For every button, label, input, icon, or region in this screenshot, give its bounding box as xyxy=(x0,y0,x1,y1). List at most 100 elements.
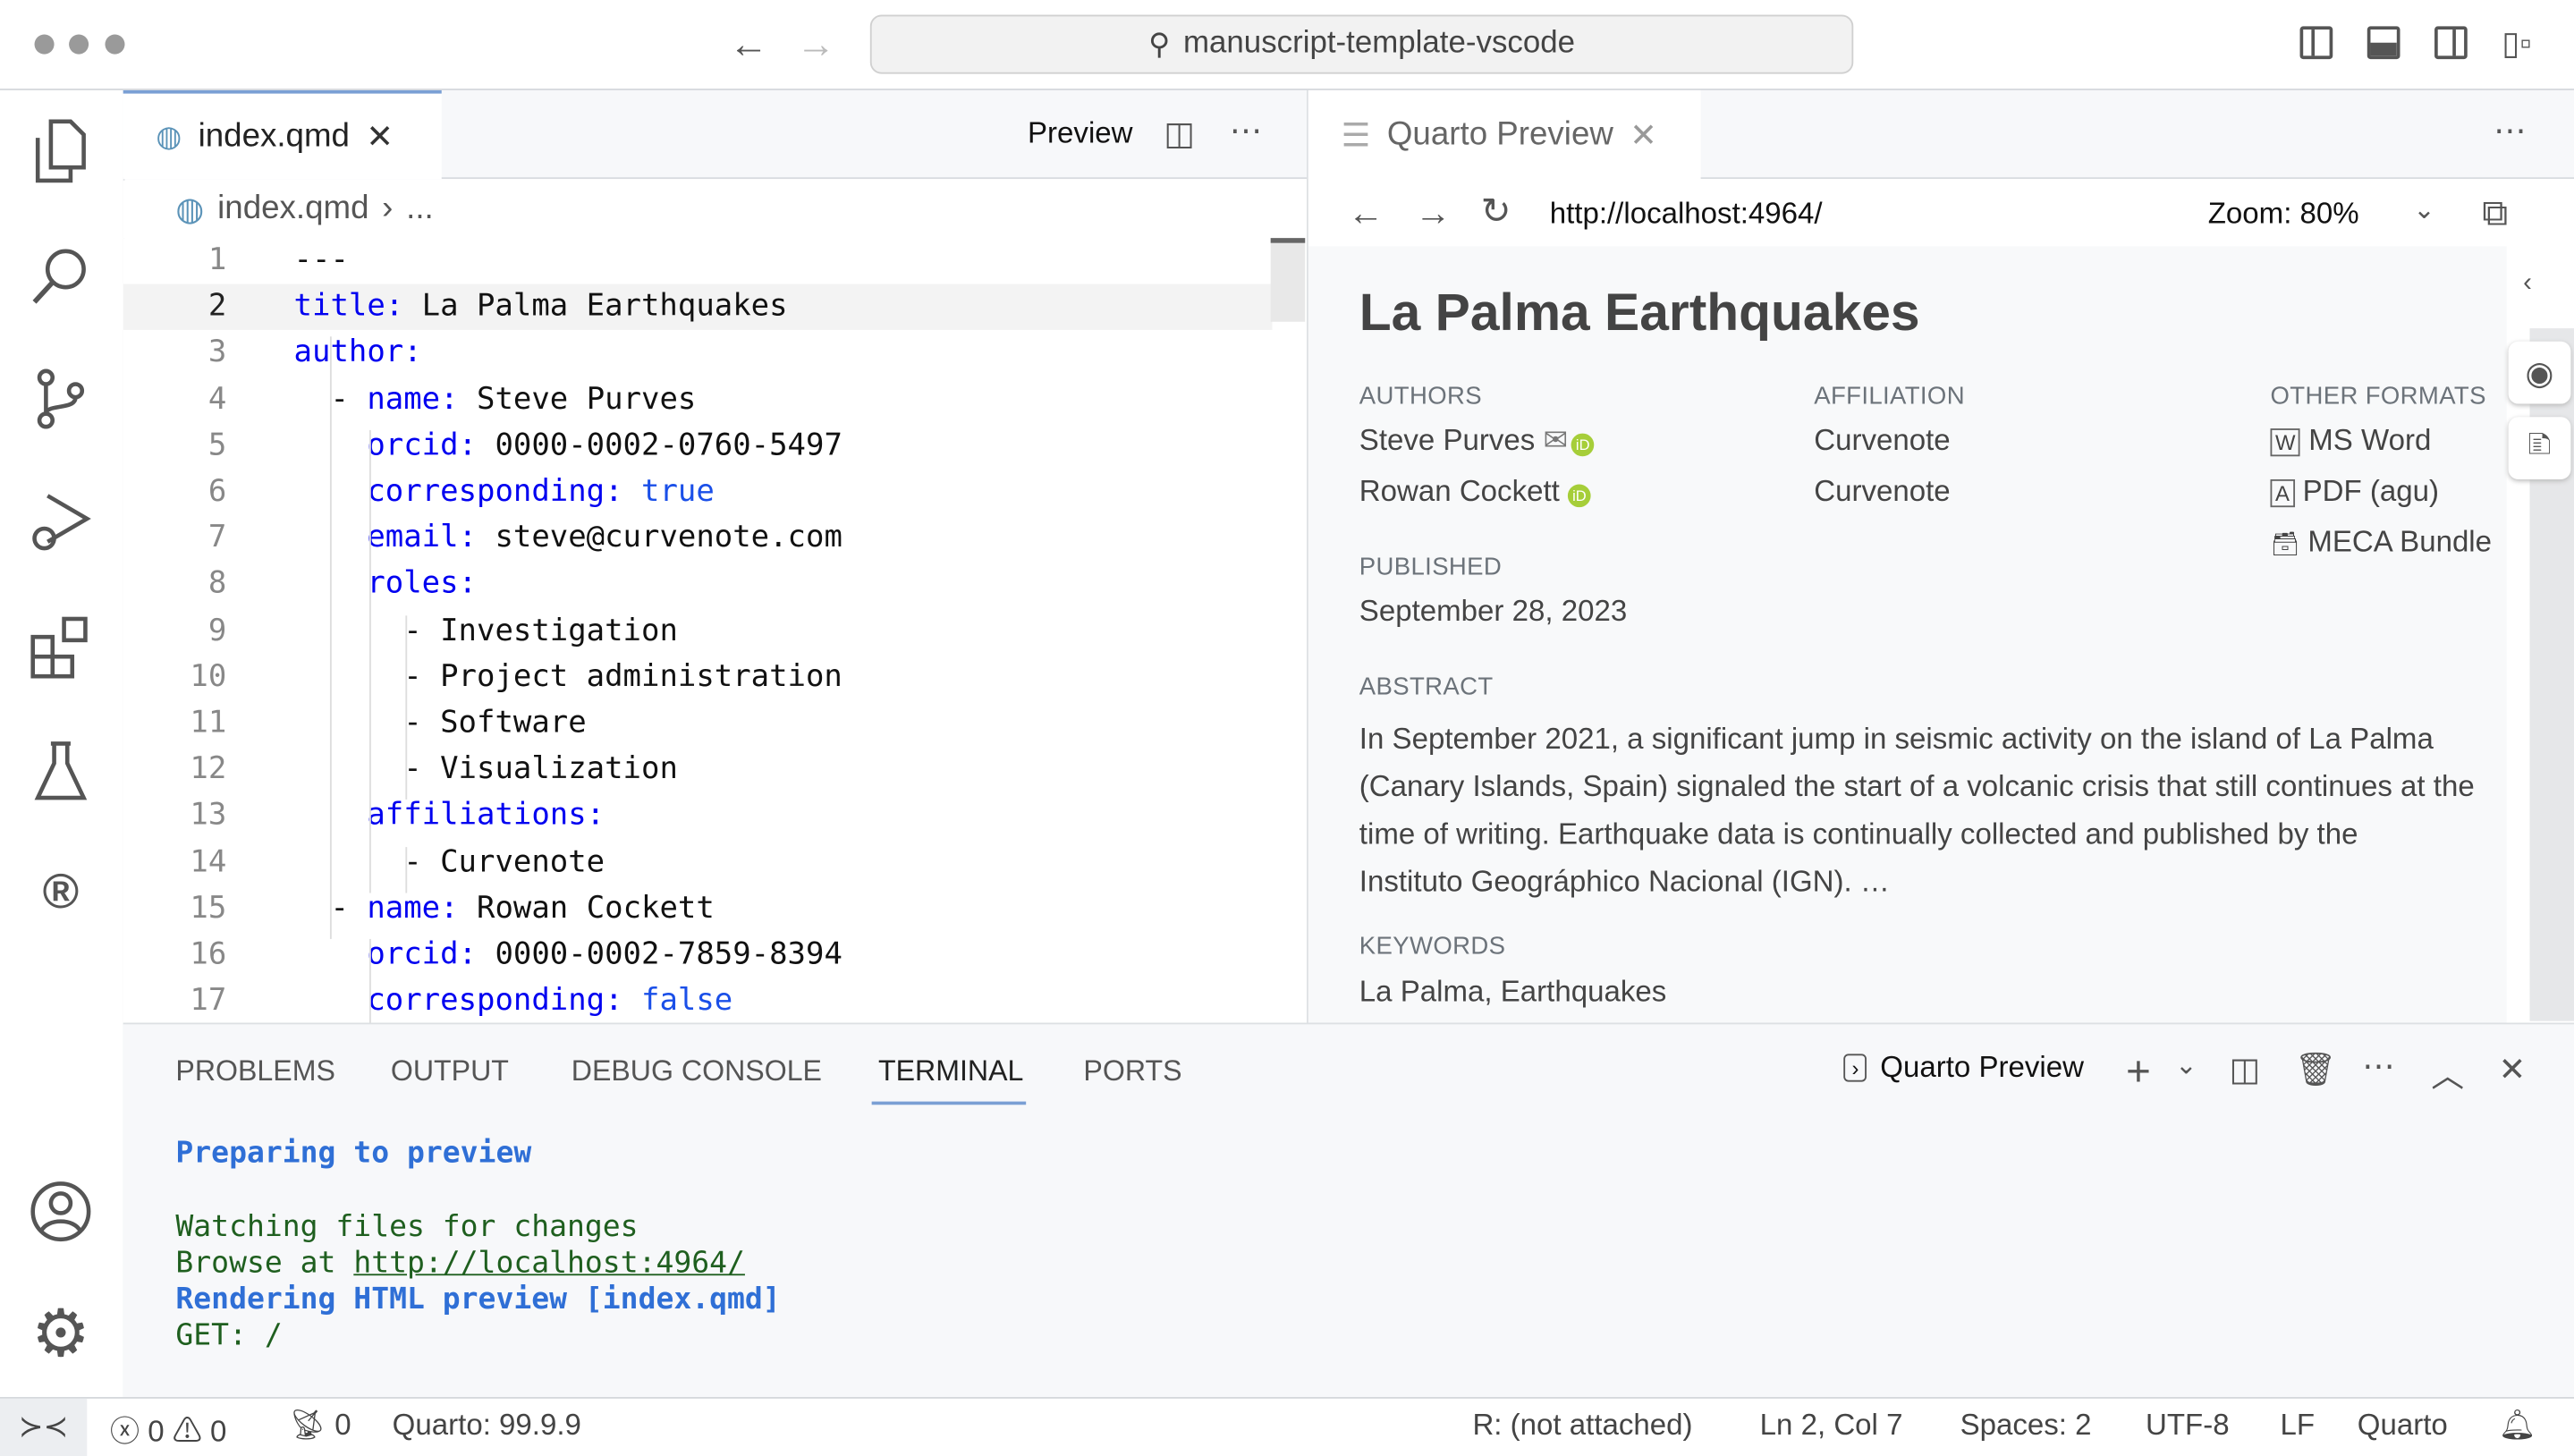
close-icon[interactable]: ✕ xyxy=(366,115,394,157)
toggle-panel-icon[interactable] xyxy=(2367,26,2400,60)
tab-terminal[interactable]: TERMINAL xyxy=(878,1054,1023,1088)
format-meca-link[interactable]: 🗃 MECA Bundle xyxy=(2270,525,2492,560)
tab-problems[interactable]: PROBLEMS xyxy=(175,1054,335,1088)
ports-status[interactable]: 📡︎ 0 xyxy=(289,1409,351,1443)
preview-button[interactable]: Preview xyxy=(1028,116,1133,151)
cursor-position[interactable]: Ln 2, Col 7 xyxy=(1760,1409,1903,1443)
code-line[interactable]: 1 --- xyxy=(123,238,1273,284)
trash-icon[interactable]: 🗑 xyxy=(2295,1049,2337,1090)
code-line[interactable]: 17 corresponding: false xyxy=(123,978,1273,1022)
encoding[interactable]: UTF-8 xyxy=(2146,1409,2230,1443)
r-status[interactable]: R: (not attached) xyxy=(1472,1409,1692,1443)
code-line[interactable]: 10 - Project administration xyxy=(123,655,1273,700)
line-ending[interactable]: LF xyxy=(2281,1409,2316,1443)
run-debug-icon[interactable] xyxy=(23,484,98,559)
code-text: - name: Rowan Cockett xyxy=(294,886,714,932)
code-line[interactable]: 9 - Investigation xyxy=(123,608,1273,654)
maximize-window-button[interactable] xyxy=(105,34,125,55)
terminal-selector[interactable]: › Quarto Preview xyxy=(1843,1051,2084,1086)
command-center-search[interactable]: ⚲ manuscript-template-vscode xyxy=(869,14,1854,74)
yaml-value: Investigation xyxy=(440,613,678,648)
code-line[interactable]: 13 affiliations: xyxy=(123,793,1273,839)
toggle-secondary-sidebar-icon[interactable] xyxy=(2434,26,2468,60)
account-icon[interactable] xyxy=(23,1173,98,1249)
close-window-button[interactable] xyxy=(34,34,55,55)
explorer-icon[interactable] xyxy=(23,114,98,189)
email-icon[interactable]: ✉ xyxy=(1544,424,1569,457)
gear-icon[interactable]: ⚙ xyxy=(23,1297,98,1372)
r-icon[interactable]: ® xyxy=(23,855,98,930)
toggle-primary-sidebar-icon[interactable] xyxy=(2299,26,2333,60)
yaml-value: 0000-0002-0760-5497 xyxy=(477,427,842,463)
remote-icon[interactable]: ≻≺ xyxy=(0,1398,88,1456)
new-terminal-icon[interactable]: + xyxy=(2126,1045,2151,1096)
search-icon[interactable] xyxy=(23,238,98,313)
orcid-icon[interactable]: iD xyxy=(1571,433,1595,457)
code-line[interactable]: 7 email: steve@curvenote.com xyxy=(123,516,1273,562)
zoom-select[interactable]: Zoom: 80% xyxy=(2208,197,2359,232)
terminal-link[interactable]: http://localhost:4964/ xyxy=(353,1246,745,1281)
url-input[interactable]: http://localhost:4964/ xyxy=(1550,197,1823,232)
forward-arrow-icon[interactable]: → xyxy=(796,23,835,69)
code-line[interactable]: 5 orcid: 0000-0002-0760-5497 xyxy=(123,423,1273,469)
tab-debug-console[interactable]: DEBUG CONSOLE xyxy=(572,1054,822,1088)
close-icon[interactable]: ✕ xyxy=(1630,114,1657,156)
code-line[interactable]: 12 - Visualization xyxy=(123,747,1273,792)
tab-ports[interactable]: PORTS xyxy=(1083,1054,1181,1088)
chevron-down-icon[interactable]: ⌄ xyxy=(2413,194,2435,227)
indentation[interactable]: Spaces: 2 xyxy=(1960,1409,2092,1443)
active-tab-indicator xyxy=(871,1101,1027,1105)
open-external-icon[interactable]: ⧉ xyxy=(2482,192,2508,235)
published-label: PUBLISHED xyxy=(1359,553,1503,581)
split-terminal-icon[interactable]: ◫ xyxy=(2230,1049,2261,1090)
language-mode[interactable]: Quarto xyxy=(2358,1409,2448,1443)
quarto-version[interactable]: Quarto: 99.9.9 xyxy=(393,1409,581,1443)
code-line[interactable]: 6 corresponding: true xyxy=(123,470,1273,515)
eye-icon[interactable]: ◉ xyxy=(2508,341,2571,404)
format-pdf-link[interactable]: A PDF (agu) xyxy=(2270,474,2439,509)
code-line[interactable]: 3 author: xyxy=(123,331,1273,377)
chevron-down-icon[interactable]: ⌄ xyxy=(2175,1049,2197,1082)
customize-layout-icon[interactable]: ▯▫ xyxy=(2502,23,2531,64)
tab-index-qmd[interactable]: ◍ index.qmd ✕ xyxy=(123,89,442,180)
code-line[interactable]: 16 orcid: 0000-0002-7859-8394 xyxy=(123,933,1273,978)
problems-status[interactable]: ⓧ 0 ⚠ 0 xyxy=(110,1409,226,1452)
keywords-label: KEYWORDS xyxy=(1359,932,1506,961)
reload-icon[interactable]: ↻ xyxy=(1481,190,1511,233)
code-text: affiliations: xyxy=(294,793,605,839)
code-editor[interactable]: 1 --- 2 title: La Palma Earthquakes 3 author:… xyxy=(123,238,1306,1023)
code-line[interactable]: 2 title: La Palma Earthquakes xyxy=(123,284,1273,331)
maximize-panel-icon[interactable]: ︿ xyxy=(2431,1049,2464,1096)
more-actions-icon[interactable]: ⋯ xyxy=(2494,110,2527,151)
code-text: author: xyxy=(294,331,422,377)
close-panel-icon[interactable]: ✕ xyxy=(2499,1049,2527,1090)
code-line[interactable]: 15 - name: Rowan Cockett xyxy=(123,886,1273,932)
keywords: La Palma, Earthquakes xyxy=(1359,975,1667,1008)
orcid-icon[interactable]: iD xyxy=(1568,484,1591,508)
minimap-slider[interactable] xyxy=(1270,238,1306,322)
code-line[interactable]: 14 - Curvenote xyxy=(123,840,1273,885)
code-line[interactable]: 8 roles: xyxy=(123,562,1273,607)
back-arrow-icon[interactable]: ← xyxy=(729,23,768,69)
tab-output[interactable]: OUTPUT xyxy=(391,1054,509,1088)
more-actions-icon[interactable]: ⋯ xyxy=(1230,110,1263,151)
tab-quarto-preview[interactable]: ☰ Quarto Preview ✕ xyxy=(1308,89,1701,180)
format-word-link[interactable]: W MS Word xyxy=(2270,424,2431,459)
affiliation-2: Curvenote xyxy=(1814,474,1951,508)
extensions-icon[interactable] xyxy=(23,609,98,684)
source-control-icon[interactable] xyxy=(23,361,98,436)
code-line[interactable]: 4 - name: Steve Purves xyxy=(123,377,1273,422)
chevron-left-icon[interactable]: ‹ xyxy=(2523,269,2532,299)
forward-arrow-icon[interactable]: → xyxy=(1415,192,1451,235)
back-arrow-icon[interactable]: ← xyxy=(1348,192,1384,235)
split-editor-icon[interactable]: ◫ xyxy=(1164,114,1195,155)
line-number: 7 xyxy=(207,521,227,555)
annotation-icon[interactable]: 🗈 xyxy=(2508,417,2571,479)
bell-icon[interactable]: 🔔︎ xyxy=(2499,1409,2536,1443)
code-line[interactable]: 11 - Software xyxy=(123,701,1273,747)
word-file-icon: W xyxy=(2270,428,2301,457)
testing-icon[interactable] xyxy=(23,733,98,808)
minimize-window-button[interactable] xyxy=(69,34,89,55)
quarto-file-icon: ◍ xyxy=(175,191,205,229)
more-actions-icon[interactable]: ⋯ xyxy=(2362,1045,2395,1087)
